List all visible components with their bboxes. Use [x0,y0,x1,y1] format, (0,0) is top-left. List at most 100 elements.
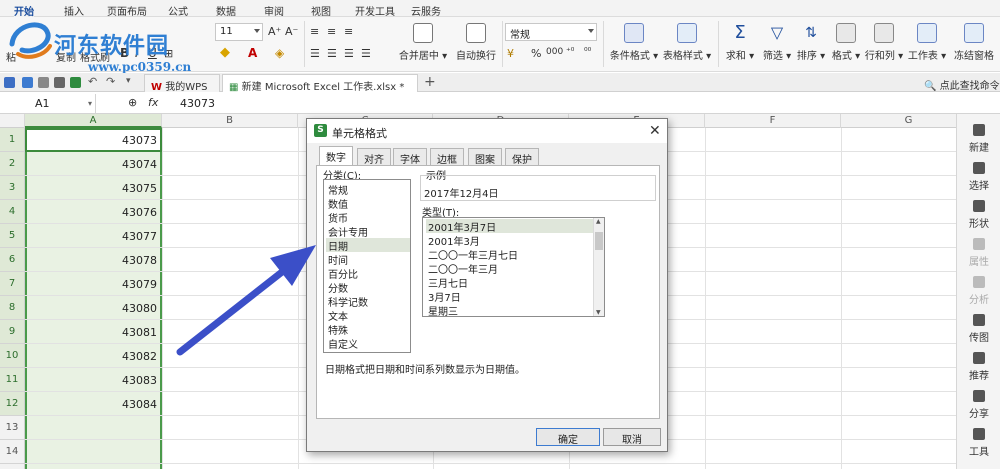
type-list-scrollbar[interactable]: ▲ ▼ [593,218,604,316]
find-command-box[interactable]: 🔍 点此查找命令 [924,77,1000,92]
table-cell[interactable]: 43074 [27,152,159,176]
select-all-corner[interactable] [0,114,25,128]
close-icon[interactable]: ✕ [649,123,661,139]
table-cell[interactable]: 43076 [27,200,159,224]
formula-input[interactable]: 43073 [180,97,215,110]
list-item[interactable]: 2001年3月 [426,233,594,248]
table-cell[interactable]: 43081 [27,320,159,344]
table-cell[interactable]: 43077 [27,224,159,248]
list-item[interactable]: 自定义 [326,336,410,351]
row-header[interactable]: 7 [0,272,25,296]
list-item[interactable]: 货币 [326,210,410,225]
font-size-select[interactable]: 11 [215,23,263,41]
thousands-button[interactable]: 000 [546,47,563,57]
side-panel-item[interactable]: 形状 [957,200,1000,230]
print-icon[interactable] [54,77,65,88]
freeze-panes-button[interactable]: 冻结窗格 [950,23,998,62]
underline-button[interactable]: U [148,46,157,60]
tab-font[interactable]: 字体 [393,148,427,166]
list-item[interactable]: 文本 [326,308,410,323]
scroll-up-icon[interactable]: ▲ [596,218,601,225]
redo-icon[interactable]: ↷ [106,75,117,88]
conditional-format-button[interactable]: 条件格式 ▾ [606,23,662,62]
decimal-increase-icon[interactable]: ⁺⁰ [566,47,574,57]
menu-tab-home[interactable]: 开始 [14,3,34,18]
font-grow-button[interactable]: A⁺ [268,25,281,38]
tab-number[interactable]: 数字 [319,146,353,166]
list-item[interactable]: 二〇〇一年三月 [426,261,594,276]
row-header[interactable]: 13 [0,416,25,440]
save-icon[interactable] [22,77,33,88]
tab-alignment[interactable]: 对齐 [357,148,391,166]
format-button[interactable]: 格式 ▾ [830,23,862,62]
list-item[interactable]: 数值 [326,196,410,211]
list-item[interactable]: 2001年3月7日 [426,219,594,234]
paste-button[interactable]: 粘 [6,49,16,64]
table-style-button[interactable]: 表格样式 ▾ [662,23,712,62]
menu-tab-page-layout[interactable]: 页面布局 [107,3,147,18]
side-panel-item[interactable]: 分享 [957,390,1000,420]
list-item[interactable]: 常规 [326,182,410,197]
table-cell[interactable]: 43082 [27,344,159,368]
fx-button[interactable]: fx [148,96,158,109]
name-box[interactable]: A1 ▾ [0,94,96,113]
scroll-down-icon[interactable]: ▼ [596,309,601,316]
scroll-thumb[interactable] [595,232,603,250]
row-header[interactable]: 11 [0,368,25,392]
column-header-a[interactable]: A [25,114,162,128]
align-middle-icon[interactable]: ≡ [327,25,336,38]
row-header[interactable]: 2 [0,152,25,176]
row-header[interactable]: 8 [0,296,25,320]
list-item[interactable]: 科学记数 [326,294,410,309]
table-cell[interactable]: 43080 [27,296,159,320]
cancel-button[interactable]: 取消 [603,428,661,446]
tab-protection[interactable]: 保护 [505,148,539,166]
row-header[interactable]: 3 [0,176,25,200]
side-panel-item[interactable]: 传图 [957,314,1000,344]
align-right-icon[interactable]: ☰ [344,47,354,60]
align-center-icon[interactable]: ☰ [327,47,337,60]
format-painter-button[interactable]: 格式刷 [80,49,110,64]
align-top-icon[interactable]: ≡ [310,25,319,38]
menu-tab-data[interactable]: 数据 [216,3,236,18]
list-item[interactable]: 日期 [326,238,410,253]
table-cell[interactable]: 43079 [27,272,159,296]
menu-tab-insert[interactable]: 插入 [64,3,84,18]
list-item[interactable]: 时间 [326,252,410,267]
menu-tab-cloud[interactable]: 云服务 [411,3,441,18]
column-header-f[interactable]: F [705,114,841,128]
side-panel-item[interactable]: 工具 [957,428,1000,458]
column-header-b[interactable]: B [162,114,298,128]
sum-button[interactable]: Σ 求和 ▾ [722,23,758,63]
print-preview-icon[interactable] [70,77,81,88]
worksheet-button[interactable]: 工作表 ▾ [906,23,948,62]
table-cell[interactable]: 43075 [27,176,159,200]
type-list[interactable]: 星期三 3月7日 三月七日 二〇〇一年三月 二〇〇一年三月七日 2001年3月 2001年3… [422,217,605,317]
chevron-down-icon[interactable]: ▾ [88,99,92,108]
merge-center-button[interactable]: 合并居中 ▾ [397,23,449,62]
align-left-icon[interactable]: ☰ [310,47,320,60]
ok-button[interactable]: 确定 [536,428,600,446]
dropdown-icon[interactable]: ▾ [126,76,137,87]
list-item[interactable]: 百分比 [326,266,410,281]
fill-color-icon[interactable]: ◆ [220,45,230,60]
italic-button[interactable]: I [135,46,139,60]
table-cell[interactable]: 43084 [27,392,159,416]
currency-icon[interactable]: ¥ [507,47,514,60]
list-item[interactable]: 星期三 [426,303,594,316]
clear-format-icon[interactable]: ◈ [275,46,284,60]
tab-pattern[interactable]: 图案 [468,148,502,166]
row-header[interactable]: 14 [0,440,25,464]
side-panel-item[interactable]: 分析 [957,276,1000,306]
copy-button[interactable]: 复制 [56,49,76,64]
menu-tab-formulas[interactable]: 公式 [168,3,188,18]
bold-button[interactable]: B [120,46,129,60]
number-format-select[interactable]: 常规 [505,23,597,41]
side-panel-item[interactable]: 推荐 [957,352,1000,382]
row-header[interactable]: 15 [0,464,25,469]
side-panel-item[interactable]: 选择 [957,162,1000,192]
table-cell[interactable]: 43083 [27,368,159,392]
border-icon[interactable]: ⊞ [164,47,173,60]
tab-my-wps[interactable]: W 我的WPS [144,74,220,93]
row-header[interactable]: 5 [0,224,25,248]
